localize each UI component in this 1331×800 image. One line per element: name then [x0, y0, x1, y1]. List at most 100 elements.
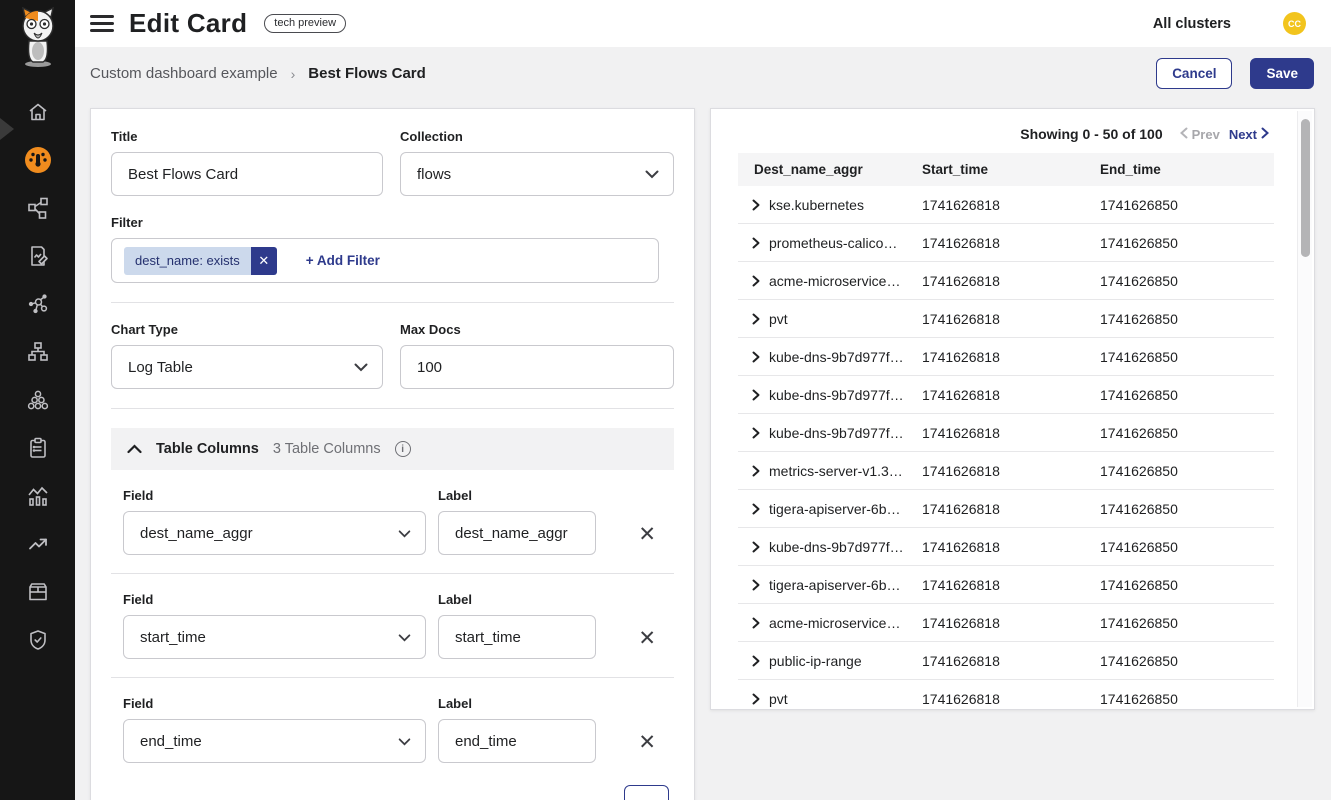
table-row[interactable]: prometheus-calico… 1741626818 1741626850 [738, 224, 1274, 262]
sidebar-item-graph[interactable] [0, 280, 75, 328]
column-header: Dest_name_aggr [738, 162, 906, 177]
expand-row-chevron-icon[interactable] [752, 617, 760, 629]
table-row[interactable]: kube-dns-9b7d977f… 1741626818 1741626850 [738, 528, 1274, 566]
table-row[interactable]: tigera-apiserver-6b… 1741626818 17416268… [738, 566, 1274, 604]
end-time-cell: 1741626850 [1084, 311, 1274, 327]
label-input[interactable] [438, 719, 596, 763]
breadcrumb-current: Best Flows Card [308, 65, 426, 82]
filter-chip-remove-button[interactable]: ✕ [251, 247, 277, 275]
label-label: Label [438, 592, 596, 607]
field-select[interactable]: end_time [123, 719, 426, 763]
end-time-cell: 1741626850 [1084, 349, 1274, 365]
expand-row-chevron-icon[interactable] [752, 237, 760, 249]
expand-row-chevron-icon[interactable] [752, 693, 760, 705]
chart-type-select[interactable]: Log Table [111, 345, 383, 389]
table-columns-title: Table Columns [156, 441, 259, 457]
label-input[interactable] [438, 511, 596, 555]
sidebar-item-dashboards[interactable] [0, 136, 75, 184]
table-row[interactable]: acme-microservice… 1741626818 1741626850 [738, 604, 1274, 642]
dest-name-cell: kube-dns-9b7d977f… [769, 539, 904, 555]
start-time-cell: 1741626818 [906, 349, 1084, 365]
dest-name-cell: kube-dns-9b7d977f… [769, 425, 904, 441]
max-docs-label: Max Docs [400, 322, 674, 337]
table-row[interactable]: pvt 1741626818 1741626850 [738, 680, 1274, 710]
divider [111, 302, 674, 303]
expand-row-chevron-icon[interactable] [752, 275, 760, 287]
sidebar-item-hierarchy[interactable] [0, 328, 75, 376]
chart-type-label: Chart Type [111, 322, 383, 337]
chevron-down-icon [398, 525, 411, 542]
table-row[interactable]: kse.kubernetes 1741626818 1741626850 [738, 186, 1274, 224]
sidebar-item-network-topology[interactable] [0, 184, 75, 232]
chevron-up-icon[interactable] [127, 444, 142, 454]
cancel-button[interactable]: Cancel [1156, 58, 1232, 89]
expand-row-chevron-icon[interactable] [752, 313, 760, 325]
table-row[interactable]: kube-dns-9b7d977f… 1741626818 1741626850 [738, 338, 1274, 376]
end-time-cell: 1741626850 [1084, 615, 1274, 631]
expand-row-chevron-icon[interactable] [752, 655, 760, 667]
pagination: Showing 0 - 50 of 100 Prev Next [711, 109, 1314, 153]
end-time-cell: 1741626850 [1084, 235, 1274, 251]
label-input[interactable] [438, 615, 596, 659]
field-label: Field [123, 488, 426, 503]
chevron-right-icon [1261, 127, 1269, 142]
prev-page-button[interactable]: Prev [1180, 127, 1220, 142]
filter-label: Filter [111, 215, 674, 230]
expand-row-chevron-icon[interactable] [752, 503, 760, 515]
remove-column-button[interactable]: ✕ [634, 730, 660, 755]
info-icon[interactable]: i [395, 441, 411, 457]
expand-row-chevron-icon[interactable] [752, 351, 760, 363]
save-button[interactable]: Save [1250, 58, 1314, 89]
title-input[interactable] [111, 152, 383, 196]
table-row[interactable]: public-ip-range 1741626818 1741626850 [738, 642, 1274, 680]
add-filter-button[interactable]: + Add Filter [306, 253, 380, 268]
scrollbar-track[interactable] [1297, 111, 1312, 707]
scrollbar-thumb[interactable] [1301, 119, 1310, 257]
table-columns-section-header[interactable]: Table Columns 3 Table Columns i [111, 428, 674, 470]
table-row[interactable]: metrics-server-v1.3… 1741626818 17416268… [738, 452, 1274, 490]
sidebar-item-reports[interactable] [0, 232, 75, 280]
next-page-button[interactable]: Next [1229, 127, 1269, 142]
field-select[interactable]: dest_name_aggr [123, 511, 426, 555]
expand-row-chevron-icon[interactable] [752, 427, 760, 439]
table-row[interactable]: tigera-apiserver-6b… 1741626818 17416268… [738, 490, 1274, 528]
divider [111, 677, 674, 678]
start-time-cell: 1741626818 [906, 273, 1084, 289]
filter-box[interactable]: dest_name: exists ✕ + Add Filter [111, 238, 659, 283]
expand-row-chevron-icon[interactable] [752, 465, 760, 477]
label-label: Label [438, 488, 596, 503]
cluster-selector[interactable]: All clusters [1153, 16, 1231, 32]
chevron-down-icon [398, 629, 411, 646]
sidebar-item-statistics[interactable] [0, 472, 75, 520]
remove-column-button[interactable]: ✕ [634, 626, 660, 651]
table-column-row: Field end_time Label ✕ [111, 696, 674, 763]
field-select[interactable]: start_time [123, 615, 426, 659]
hamburger-menu-icon[interactable] [90, 11, 114, 37]
table-row[interactable]: kube-dns-9b7d977f… 1741626818 1741626850 [738, 414, 1274, 452]
expand-row-chevron-icon[interactable] [752, 541, 760, 553]
sidebar-item-security[interactable] [0, 616, 75, 664]
end-time-cell: 1741626850 [1084, 539, 1274, 555]
start-time-cell: 1741626818 [906, 691, 1084, 707]
table-row[interactable]: kube-dns-9b7d977f… 1741626818 1741626850 [738, 376, 1274, 414]
start-time-cell: 1741626818 [906, 235, 1084, 251]
table-row[interactable]: pvt 1741626818 1741626850 [738, 300, 1274, 338]
collection-select[interactable]: flows [400, 152, 674, 196]
page-title: Edit Card [129, 8, 247, 39]
calico-cat-logo[interactable] [13, 7, 63, 74]
expand-row-chevron-icon[interactable] [752, 389, 760, 401]
sidebar-item-clusters[interactable] [0, 376, 75, 424]
expand-row-chevron-icon[interactable] [752, 199, 760, 211]
sidebar-item-packages[interactable] [0, 568, 75, 616]
graph-nodes-icon [26, 292, 50, 316]
breadcrumb-parent[interactable]: Custom dashboard example [90, 65, 278, 82]
table-row[interactable]: acme-microservice… 1741626818 1741626850 [738, 262, 1274, 300]
dashboard-gauge-icon [23, 145, 53, 175]
expand-row-chevron-icon[interactable] [752, 579, 760, 591]
avatar[interactable]: CC [1283, 12, 1306, 35]
max-docs-input[interactable] [400, 345, 674, 389]
add-column-button[interactable]: + [624, 785, 669, 800]
remove-column-button[interactable]: ✕ [634, 522, 660, 547]
sidebar-item-trends[interactable] [0, 520, 75, 568]
sidebar-item-compliance[interactable] [0, 424, 75, 472]
